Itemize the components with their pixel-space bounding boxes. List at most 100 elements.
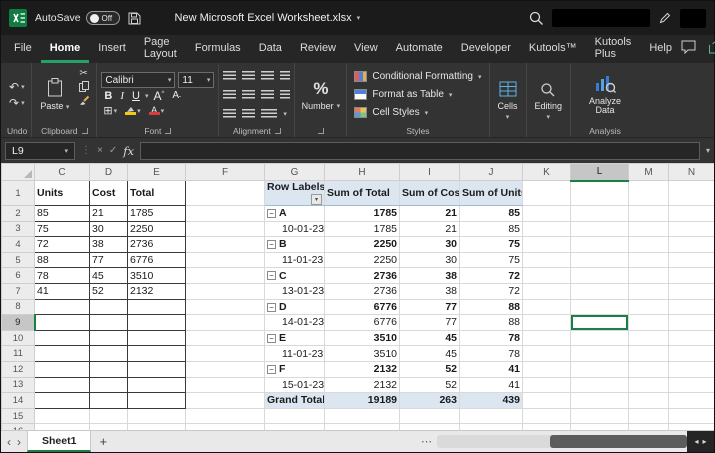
expand-formula-bar-icon[interactable]: ▾: [706, 146, 710, 155]
row-header-4[interactable]: 4: [2, 237, 35, 253]
cell-N4[interactable]: [669, 237, 715, 253]
row-header-10[interactable]: 10: [2, 330, 35, 346]
cell-F6[interactable]: [186, 268, 265, 284]
italic-button[interactable]: I: [117, 90, 127, 102]
cell-L14[interactable]: [571, 393, 629, 409]
row-header-2[interactable]: 2: [2, 206, 35, 222]
cell-N10[interactable]: [669, 330, 715, 346]
cell-J13[interactable]: 41: [460, 377, 523, 393]
column-header-J[interactable]: J: [460, 164, 523, 181]
cell-K10[interactable]: [523, 330, 571, 346]
cell-M5[interactable]: [629, 252, 669, 268]
row-header-5[interactable]: 5: [2, 252, 35, 268]
cell-L1[interactable]: [571, 181, 629, 206]
cell-J14[interactable]: 439: [460, 393, 523, 409]
cell-C11[interactable]: [35, 346, 90, 362]
cell-F2[interactable]: [186, 206, 265, 222]
row-header-6[interactable]: 6: [2, 268, 35, 284]
enter-icon[interactable]: ✓: [109, 145, 117, 156]
collapse-icon[interactable]: −: [267, 271, 276, 280]
cell-H8[interactable]: 6776: [325, 299, 400, 315]
cell-H1[interactable]: Sum of Total: [325, 181, 400, 206]
cell-I11[interactable]: 45: [400, 346, 460, 362]
cell-E12[interactable]: [128, 361, 186, 377]
tab-file[interactable]: File: [5, 35, 41, 63]
cell-L9[interactable]: [571, 315, 629, 331]
paste-button[interactable]: Paste ▾: [36, 65, 73, 124]
cell-M3[interactable]: [629, 221, 669, 237]
cell-F12[interactable]: [186, 361, 265, 377]
cell-D4[interactable]: 38: [90, 237, 128, 253]
cell-H12[interactable]: 2132: [325, 361, 400, 377]
cell-J1[interactable]: Sum of Units: [460, 181, 523, 206]
cell-F8[interactable]: [186, 299, 265, 315]
cell-E14[interactable]: [128, 393, 186, 409]
font-color-icon[interactable]: A▾: [147, 106, 167, 115]
cell-N13[interactable]: [669, 377, 715, 393]
cell-J15[interactable]: [460, 408, 523, 424]
cell-E8[interactable]: [128, 299, 186, 315]
cell-G13[interactable]: 15-01-23: [265, 377, 325, 393]
decrease-indent-icon[interactable]: [223, 109, 236, 119]
collapse-icon[interactable]: −: [267, 209, 276, 218]
cell-I13[interactable]: 52: [400, 377, 460, 393]
scroll-left-icon[interactable]: ◂: [694, 437, 698, 446]
cell-G8[interactable]: −D: [265, 299, 325, 315]
cell-I3[interactable]: 21: [400, 221, 460, 237]
cells-button[interactable]: Cells ▾: [494, 79, 522, 123]
cell-N5[interactable]: [669, 252, 715, 268]
cell-K6[interactable]: [523, 268, 571, 284]
collapse-icon[interactable]: −: [267, 365, 276, 374]
collapse-icon[interactable]: −: [267, 240, 276, 249]
cell-J3[interactable]: 85: [460, 221, 523, 237]
row-header-15[interactable]: 15: [2, 408, 35, 424]
cell-E5[interactable]: 6776: [128, 252, 186, 268]
cell-F10[interactable]: [186, 330, 265, 346]
share-icon[interactable]: [708, 40, 715, 59]
cell-K1[interactable]: [523, 181, 571, 206]
cell-I8[interactable]: 77: [400, 299, 460, 315]
cell-J11[interactable]: 78: [460, 346, 523, 362]
formula-input[interactable]: [140, 142, 700, 160]
cell-K12[interactable]: [523, 361, 571, 377]
horizontal-scrollbar[interactable]: [437, 435, 687, 448]
cell-E4[interactable]: 2736: [128, 237, 186, 253]
cell-J4[interactable]: 75: [460, 237, 523, 253]
cell-D9[interactable]: [90, 315, 128, 331]
tab-help[interactable]: Help: [640, 35, 681, 63]
cell-G6[interactable]: −C: [265, 268, 325, 284]
cell-H4[interactable]: 2250: [325, 237, 400, 253]
cell-H3[interactable]: 1785: [325, 221, 400, 237]
row-header-7[interactable]: 7: [2, 283, 35, 299]
cell-N15[interactable]: [669, 408, 715, 424]
cell-C2[interactable]: 85: [35, 206, 90, 222]
row-header-3[interactable]: 3: [2, 221, 35, 237]
underline-button[interactable]: U: [129, 90, 143, 102]
cell-D8[interactable]: [90, 299, 128, 315]
cell-M1[interactable]: [629, 181, 669, 206]
orientation-icon[interactable]: [280, 71, 290, 81]
save-icon[interactable]: [128, 12, 141, 25]
drag-handle-icon[interactable]: ⋮: [81, 145, 91, 156]
cell-D11[interactable]: [90, 346, 128, 362]
font-size-select[interactable]: 11▾: [178, 72, 214, 88]
cell-E1[interactable]: Total: [128, 181, 186, 206]
cell-C4[interactable]: 72: [35, 237, 90, 253]
align-middle-icon[interactable]: [242, 71, 255, 81]
cell-K5[interactable]: [523, 252, 571, 268]
cell-C1[interactable]: Units: [35, 181, 90, 206]
cell-I6[interactable]: 38: [400, 268, 460, 284]
column-header-F[interactable]: F: [186, 164, 265, 181]
cell-E11[interactable]: [128, 346, 186, 362]
cell-D1[interactable]: Cost: [90, 181, 128, 206]
column-header-C[interactable]: C: [35, 164, 90, 181]
cell-G9[interactable]: 14-01-23: [265, 315, 325, 331]
pen-icon[interactable]: [658, 11, 672, 25]
tab-kutools-[interactable]: Kutools™: [520, 35, 586, 63]
cell-K4[interactable]: [523, 237, 571, 253]
cell-M14[interactable]: [629, 393, 669, 409]
cell-E9[interactable]: [128, 315, 186, 331]
cell-C6[interactable]: 78: [35, 268, 90, 284]
tab-automate[interactable]: Automate: [387, 35, 452, 63]
sheet-nav-left-icon[interactable]: ‹: [1, 431, 17, 452]
